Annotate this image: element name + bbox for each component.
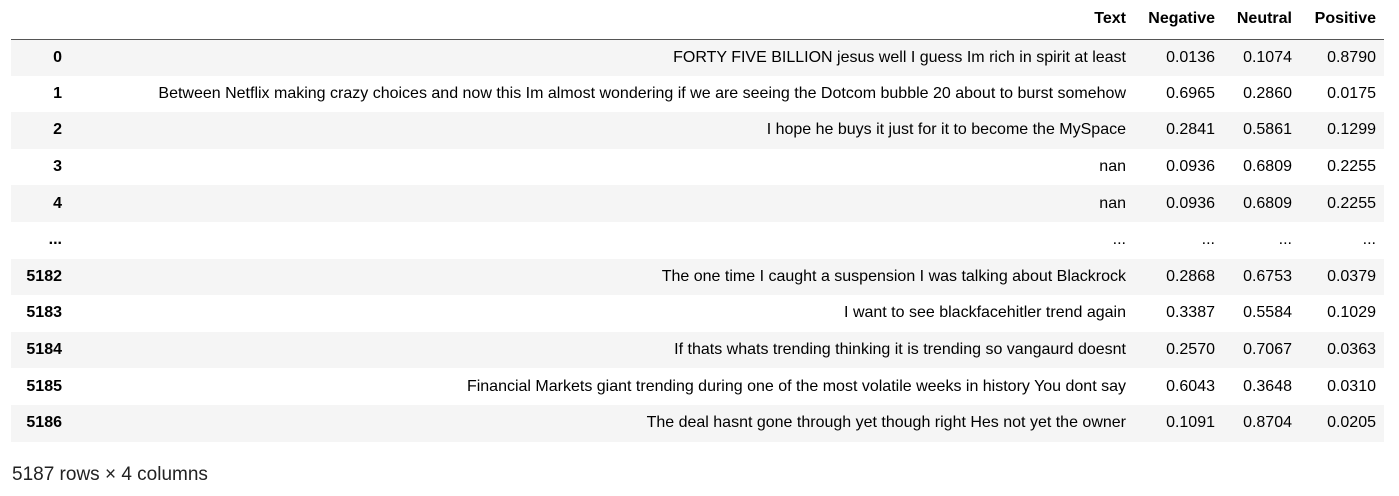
cell-positive: 0.1029 bbox=[1327, 304, 1376, 322]
cell-neutral: 0.8704 bbox=[1243, 414, 1292, 432]
cell-text: nan bbox=[1099, 158, 1126, 176]
cell-positive: 0.8790 bbox=[1327, 48, 1376, 66]
cell-neutral: 0.7067 bbox=[1243, 341, 1292, 359]
cell-text: The deal hasnt gone through yet though r… bbox=[646, 414, 1126, 432]
cell-positive: 0.0310 bbox=[1327, 377, 1376, 395]
cell-negative: ... bbox=[1201, 231, 1215, 249]
cell-text: FORTY FIVE BILLION jesus well I guess Im… bbox=[673, 48, 1126, 66]
row-index: 0 bbox=[53, 48, 62, 66]
cell-text: Between Netflix making crazy choices and… bbox=[158, 84, 1126, 102]
cell-positive: 0.1299 bbox=[1327, 121, 1376, 139]
cell-negative: 0.0136 bbox=[1166, 48, 1215, 66]
row-index: 1 bbox=[53, 84, 62, 102]
table-row: ............... bbox=[11, 221, 1384, 259]
row-index: 5186 bbox=[26, 414, 62, 432]
cell-neutral: 0.6809 bbox=[1243, 158, 1292, 176]
index-header bbox=[11, 0, 70, 40]
table-row: 5183 I want to see blackfacehitler trend … bbox=[11, 295, 1384, 332]
cell-negative: 0.2570 bbox=[1166, 341, 1215, 359]
column-header-positive: Positive bbox=[1300, 0, 1384, 40]
row-index: 5182 bbox=[26, 267, 62, 285]
column-header-negative: Negative bbox=[1134, 0, 1223, 40]
cell-positive: 0.0363 bbox=[1327, 341, 1376, 359]
dataframe-output: Text Negative Neutral Positive 0 FORTY FI… bbox=[11, 0, 1384, 442]
table-row: 1 Between Netflix making crazy choices an… bbox=[11, 75, 1384, 113]
table-header: Text Negative Neutral Positive bbox=[11, 0, 1384, 40]
cell-neutral: 0.6753 bbox=[1243, 267, 1292, 285]
cell-negative: 0.2841 bbox=[1166, 121, 1215, 139]
row-index: 4 bbox=[53, 194, 62, 212]
row-index: 3 bbox=[53, 158, 62, 176]
row-index: 5185 bbox=[26, 377, 62, 395]
table-row: 5184 If thats whats trending thinking it … bbox=[11, 331, 1384, 369]
table-row: 0 FORTY FIVE BILLION jesus well I guess I… bbox=[11, 39, 1384, 76]
dataframe-table: Text Negative Neutral Positive 0 FORTY FI… bbox=[11, 0, 1384, 442]
cell-negative: 0.6965 bbox=[1166, 84, 1215, 102]
header-row: Text Negative Neutral Positive bbox=[11, 0, 1384, 40]
cell-neutral: 0.6809 bbox=[1243, 194, 1292, 212]
cell-negative: 0.0936 bbox=[1166, 194, 1215, 212]
dataframe-shape-note: 5187 rows × 4 columns bbox=[12, 464, 208, 485]
row-index: 5184 bbox=[26, 341, 62, 359]
cell-negative: 0.6043 bbox=[1166, 377, 1215, 395]
table-row: 5182 The one time I caught a suspension I… bbox=[11, 258, 1384, 296]
cell-neutral: 0.5584 bbox=[1243, 304, 1292, 322]
table-body: 0 FORTY FIVE BILLION jesus well I guess I… bbox=[11, 39, 1384, 442]
row-index: 5183 bbox=[26, 304, 62, 322]
table-row: 5185 Financial Markets giant trending dur… bbox=[11, 368, 1384, 405]
cell-negative: 0.2868 bbox=[1166, 267, 1215, 285]
cell-text: Financial Markets giant trending during … bbox=[466, 377, 1126, 395]
table-row: 4 nan 0.0936 0.6809 0.2255 bbox=[11, 185, 1384, 222]
cell-negative: 0.0936 bbox=[1166, 158, 1215, 176]
cell-neutral: 0.3648 bbox=[1243, 377, 1292, 395]
column-header-neutral: Neutral bbox=[1223, 0, 1300, 40]
cell-neutral: 0.2860 bbox=[1243, 84, 1292, 102]
cell-text: The one time I caught a suspension I was… bbox=[661, 267, 1126, 285]
cell-positive: 0.2255 bbox=[1327, 158, 1376, 176]
table-row: 5186 The deal hasnt gone through yet thou… bbox=[11, 404, 1384, 442]
cell-neutral: 0.5861 bbox=[1243, 121, 1292, 139]
cell-text: nan bbox=[1099, 194, 1126, 212]
cell-positive: 0.0175 bbox=[1327, 84, 1376, 102]
cell-positive: 0.2255 bbox=[1327, 194, 1376, 212]
cell-text: I want to see blackfacehitler trend agai… bbox=[844, 304, 1126, 322]
cell-neutral: ... bbox=[1278, 231, 1292, 249]
column-header-text: Text bbox=[70, 0, 1134, 40]
table-row: 2 I hope he buys it just for it to become… bbox=[11, 112, 1384, 149]
cell-positive: 0.0379 bbox=[1327, 267, 1376, 285]
cell-neutral: 0.1074 bbox=[1243, 48, 1292, 66]
cell-negative: 0.3387 bbox=[1166, 304, 1215, 322]
cell-positive: 0.0205 bbox=[1327, 414, 1376, 432]
cell-negative: 0.1091 bbox=[1166, 414, 1215, 432]
table-row: 3 nan 0.0936 0.6809 0.2255 bbox=[11, 148, 1384, 186]
cell-text: I hope he buys it just for it to become … bbox=[766, 121, 1126, 139]
cell-text: ... bbox=[1112, 231, 1126, 249]
cell-text: If thats whats trending thinking it is t… bbox=[674, 341, 1126, 359]
row-index: ... bbox=[48, 231, 62, 249]
cell-positive: ... bbox=[1362, 231, 1376, 249]
row-index: 2 bbox=[53, 121, 62, 139]
